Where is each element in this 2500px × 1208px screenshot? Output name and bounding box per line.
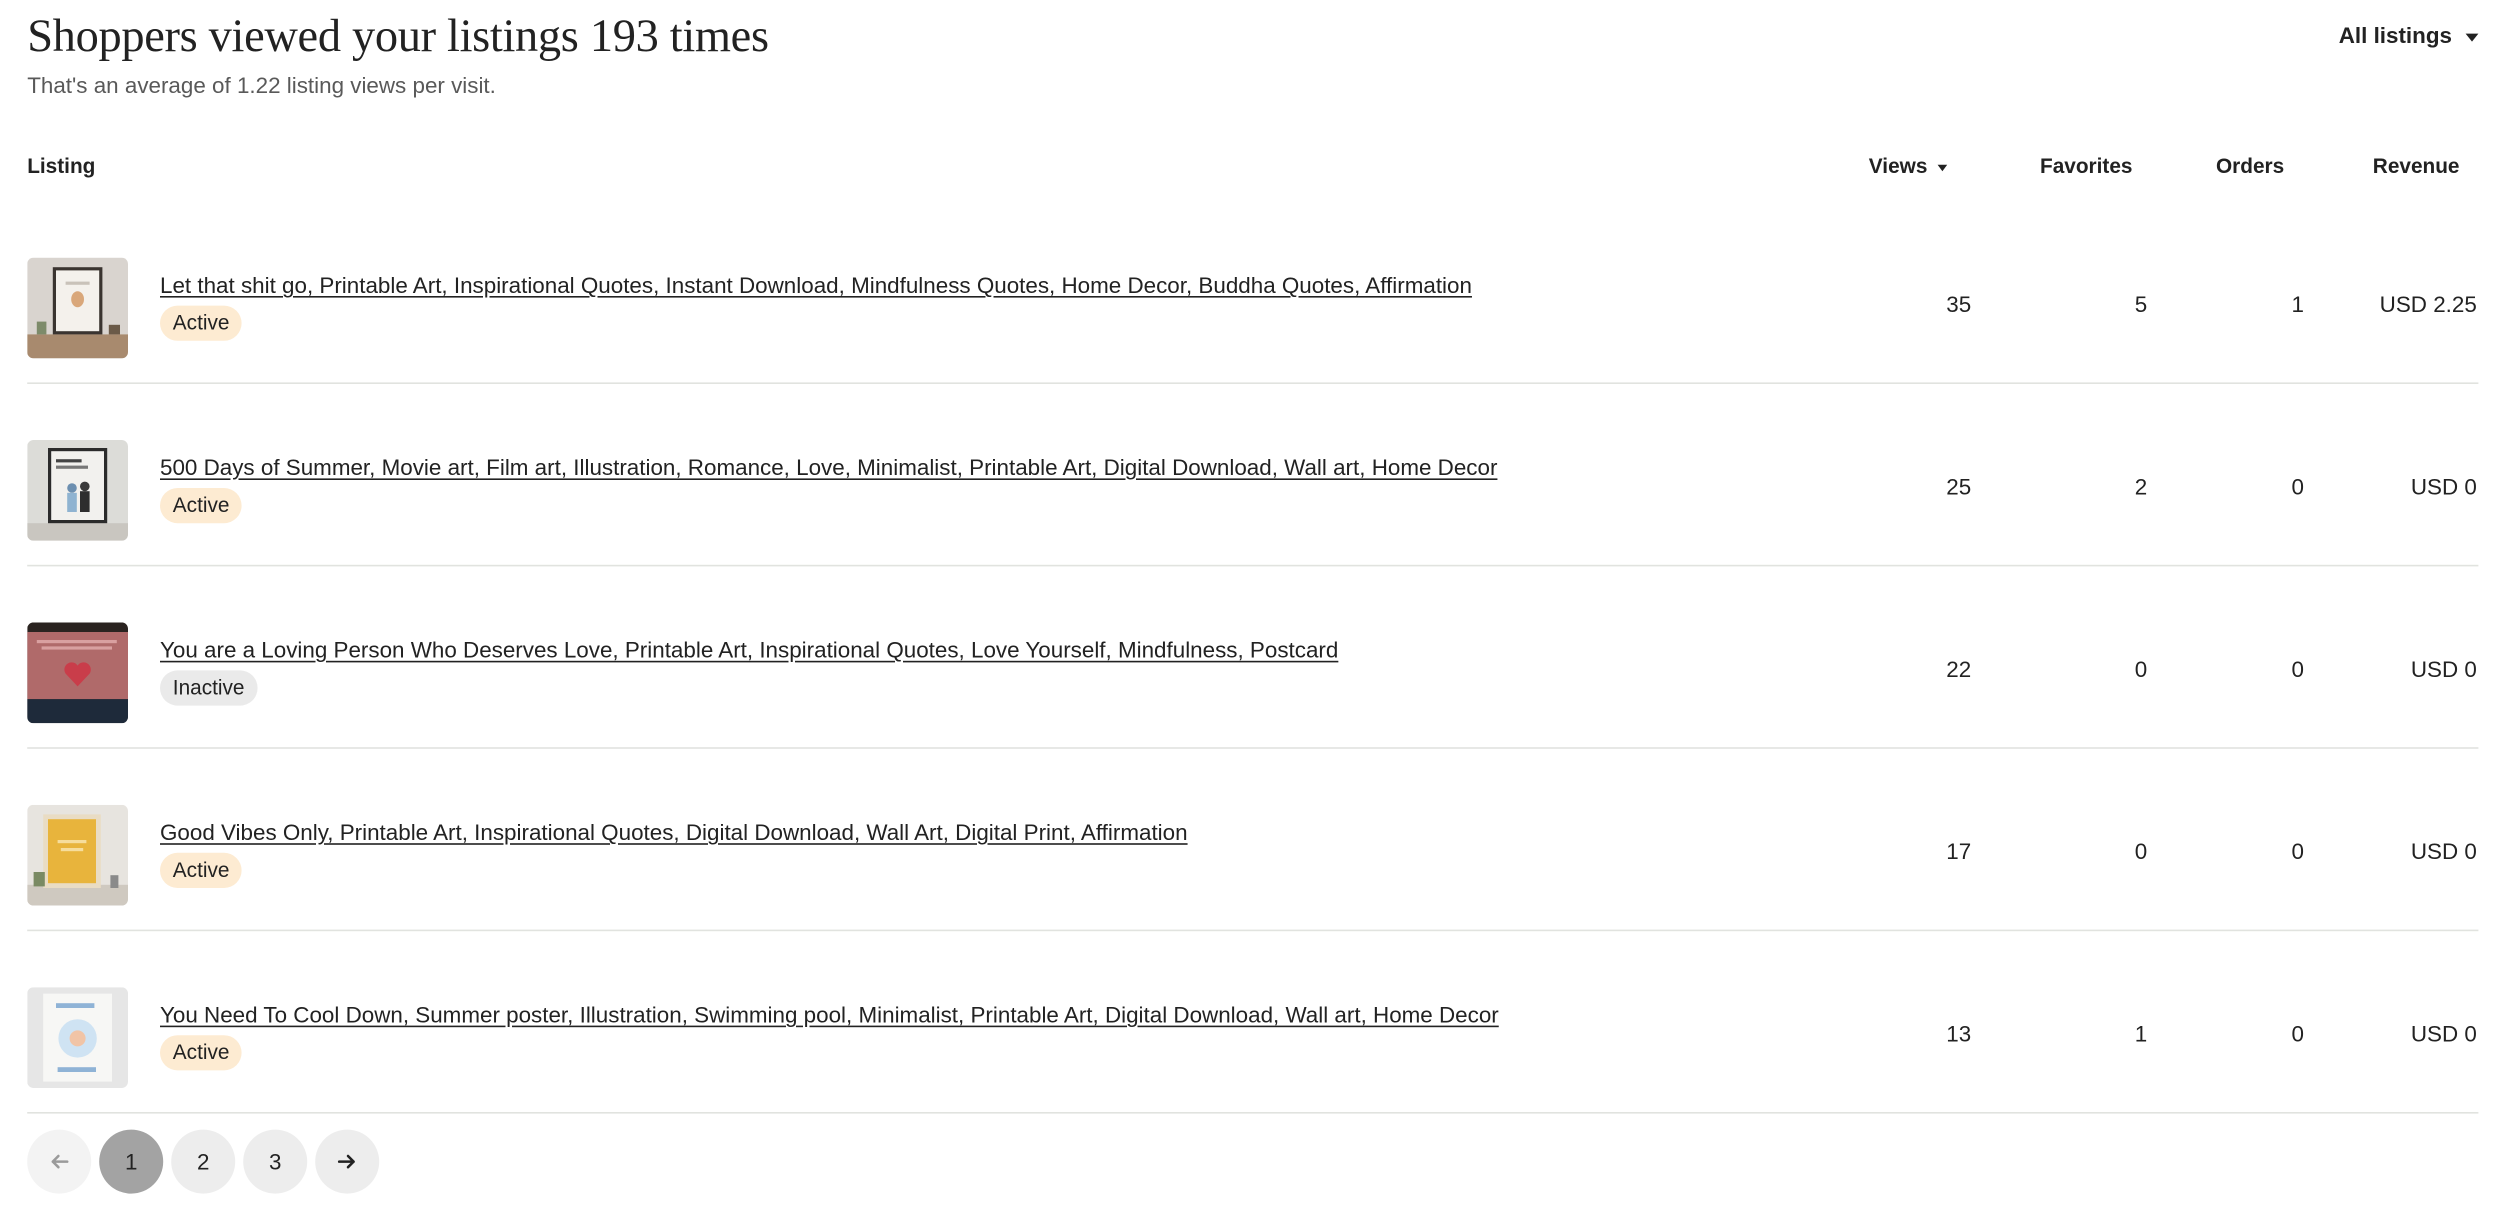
table-row: You are a Loving Person Who Deserves Lov…	[27, 565, 2479, 749]
listing-thumbnail[interactable]	[27, 257, 129, 359]
framed-print-image	[27, 804, 129, 906]
status-badge: Inactive	[160, 670, 258, 706]
stats-header: Shoppers viewed your listings 193 times …	[27, 6, 2479, 99]
arrow-right-icon	[337, 1154, 355, 1169]
listing-title-link[interactable]: You Need To Cool Down, Summer poster, Il…	[160, 1000, 1499, 1029]
revenue-value: USD 0	[2410, 838, 2477, 864]
listing-thumbnail[interactable]	[27, 804, 129, 906]
favorites-value: 0	[2134, 656, 2148, 682]
column-header-views-label: Views	[1868, 153, 1928, 178]
views-value: 17	[1946, 838, 1972, 864]
table-row: You Need To Cool Down, Summer poster, Il…	[27, 930, 2479, 1114]
postcard-image	[27, 622, 129, 724]
table-row: Good Vibes Only, Printable Art, Inspirat…	[27, 747, 2479, 932]
orders-value: 0	[2291, 473, 2304, 500]
orders-value: 1	[2291, 291, 2304, 317]
orders-value: 0	[2291, 656, 2304, 682]
column-header-views[interactable]: Views	[1869, 154, 1947, 180]
chevron-down-icon	[2464, 32, 2478, 41]
listing-thumbnail[interactable]	[27, 987, 129, 1088]
pagination: 1 2 3	[27, 1129, 380, 1194]
favorites-value: 5	[2134, 291, 2148, 317]
orders-value: 0	[2291, 838, 2304, 864]
page-title: Shoppers viewed your listings 193 times	[27, 11, 769, 63]
status-badge: Active	[160, 305, 243, 341]
column-header-favorites: Favorites	[2040, 153, 2133, 178]
listing-title-link[interactable]: 500 Days of Summer, Movie art, Film art,…	[160, 453, 1497, 482]
listings-filter-dropdown[interactable]: All listings	[2339, 22, 2478, 48]
revenue-value: USD 0	[2410, 473, 2477, 500]
favorites-value: 2	[2134, 473, 2148, 500]
listing-thumbnail[interactable]	[27, 440, 129, 541]
table-row: 500 Days of Summer, Movie art, Film art,…	[27, 382, 2479, 567]
table-row: Let that shit go, Printable Art, Inspira…	[27, 200, 2479, 384]
framed-print-image	[27, 440, 129, 541]
revenue-value: USD 0	[2410, 656, 2477, 682]
page-subtitle: That's an average of 1.22 listing views …	[27, 72, 496, 98]
column-header-listing: Listing	[27, 153, 96, 178]
listing-thumbnail[interactable]	[27, 622, 129, 724]
listing-title-link[interactable]: Let that shit go, Printable Art, Inspira…	[160, 270, 1472, 299]
revenue-value: USD 0	[2410, 1020, 2477, 1047]
orders-value: 0	[2291, 1020, 2304, 1047]
status-badge: Active	[160, 852, 243, 888]
favorites-value: 1	[2134, 1020, 2148, 1047]
column-header-revenue: Revenue	[2372, 153, 2460, 178]
listing-title-link[interactable]: Good Vibes Only, Printable Art, Inspirat…	[160, 818, 1188, 847]
status-badge: Active	[160, 488, 243, 524]
views-value: 22	[1946, 656, 1972, 682]
next-page-button[interactable]	[315, 1129, 380, 1194]
revenue-value: USD 2.25	[2379, 291, 2477, 317]
page-2-button[interactable]: 2	[171, 1129, 236, 1194]
favorites-value: 0	[2134, 838, 2148, 864]
sort-descending-icon	[1937, 164, 1947, 171]
status-badge: Active	[160, 1035, 243, 1071]
previous-page-button[interactable]	[27, 1129, 92, 1194]
views-value: 13	[1946, 1020, 1972, 1047]
views-value: 35	[1946, 291, 1972, 317]
listing-stats-page: Shoppers viewed your listings 193 times …	[0, 0, 2500, 1208]
framed-print-image	[27, 987, 129, 1088]
views-value: 25	[1946, 473, 1972, 500]
filter-label: All listings	[2338, 22, 2452, 48]
column-header-orders: Orders	[2216, 153, 2285, 178]
framed-print-image	[27, 257, 129, 359]
listing-title-link[interactable]: You are a Loving Person Who Deserves Lov…	[160, 635, 1338, 664]
page-1-button[interactable]: 1	[99, 1129, 164, 1194]
page-3-button[interactable]: 3	[243, 1129, 308, 1194]
arrow-left-icon	[51, 1154, 69, 1169]
